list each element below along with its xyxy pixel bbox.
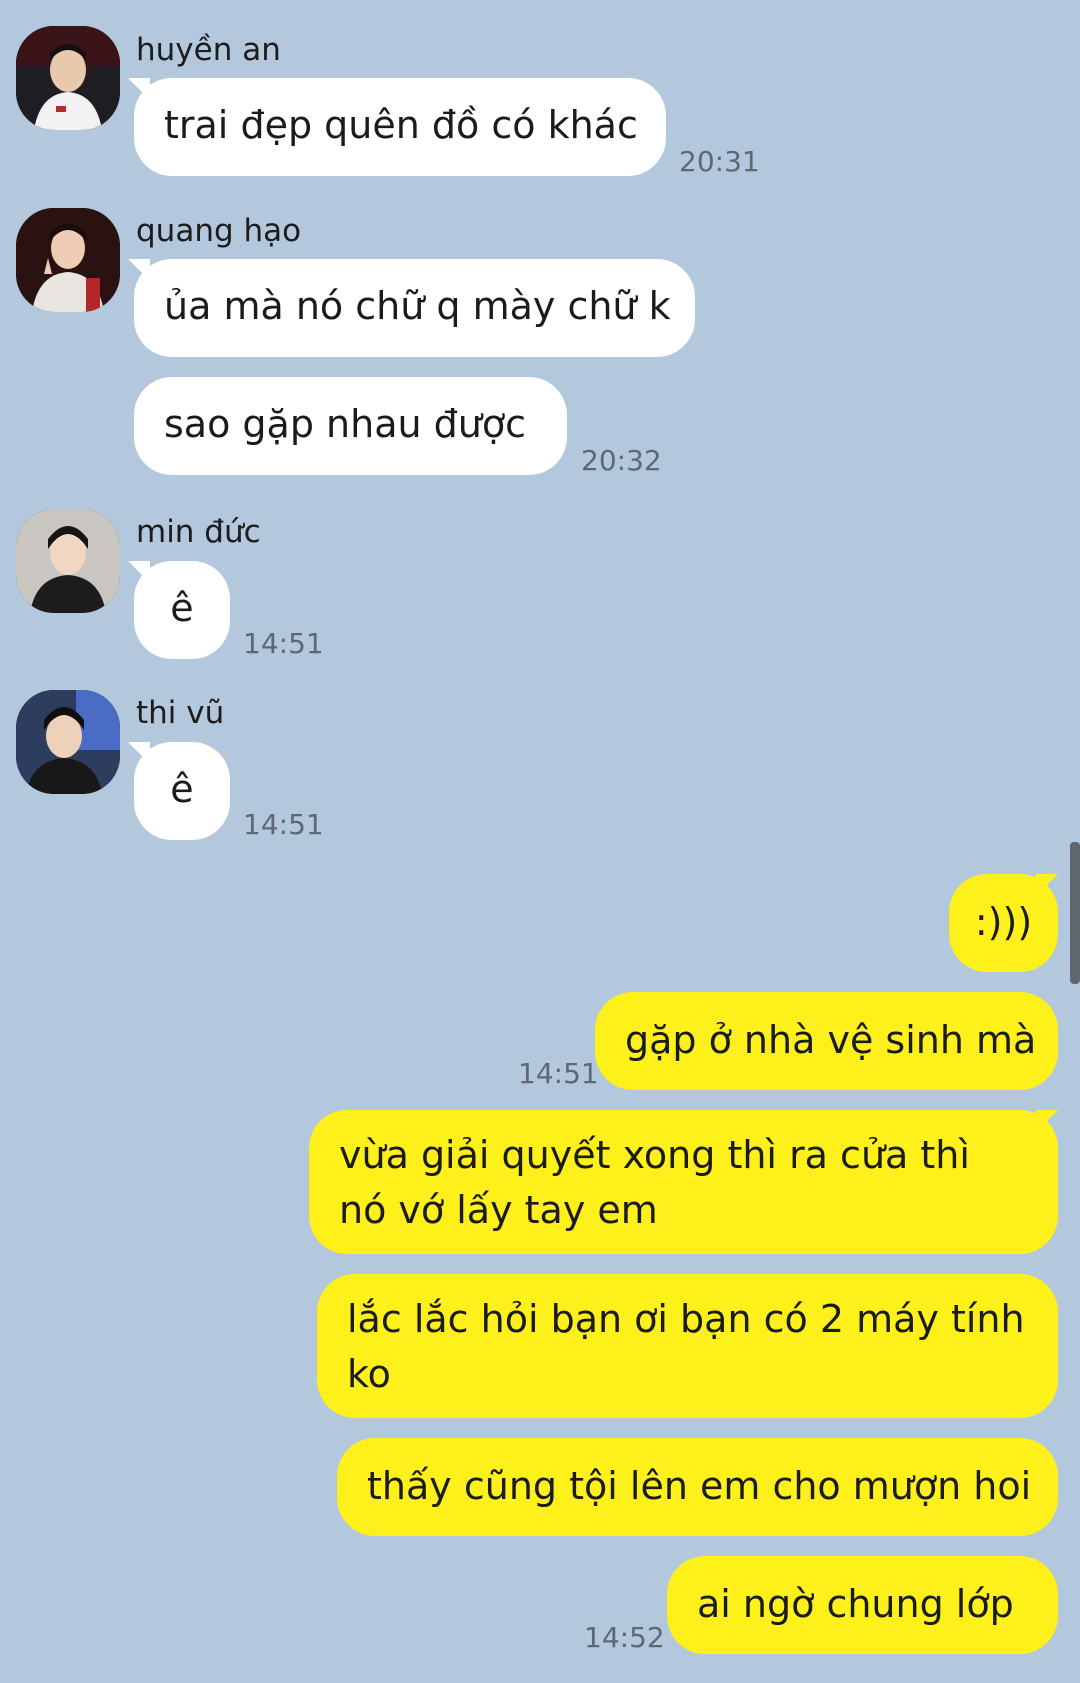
message-time: 14:51 bbox=[518, 1057, 599, 1090]
avatar-photo-icon bbox=[16, 26, 120, 130]
message-bubble-outgoing[interactable]: :))) bbox=[949, 874, 1058, 972]
avatar-photo-icon bbox=[16, 509, 120, 613]
message-time: 20:31 bbox=[679, 145, 760, 178]
message-bubble[interactable]: trai đẹp quên đồ có khác bbox=[134, 78, 666, 176]
sender-name: thi vũ bbox=[136, 695, 225, 731]
message-bubble-outgoing[interactable]: vừa giải quyết xong thì ra cửa thì nó vớ… bbox=[309, 1110, 1058, 1254]
scrollbar[interactable] bbox=[1070, 842, 1080, 984]
message-bubble[interactable]: sao gặp nhau được bbox=[134, 377, 567, 475]
message-bubble[interactable]: ủa mà nó chữ q mày chữ k bbox=[134, 259, 695, 357]
avatar-photo-icon bbox=[16, 690, 120, 794]
avatar-huyen-an[interactable] bbox=[16, 26, 120, 130]
avatar-thi-vu[interactable] bbox=[16, 690, 120, 794]
message-bubble[interactable]: ê bbox=[134, 561, 230, 659]
message-time: 14:52 bbox=[584, 1621, 665, 1654]
message-time: 14:51 bbox=[243, 808, 324, 841]
message-bubble[interactable]: ê bbox=[134, 742, 230, 840]
message-time: 14:51 bbox=[243, 627, 324, 660]
message-bubble-outgoing[interactable]: thấy cũng tội lên em cho mượn hoi bbox=[337, 1438, 1058, 1536]
message-bubble-outgoing[interactable]: lắc lắc hỏi bạn ơi bạn có 2 máy tính ko bbox=[317, 1274, 1058, 1418]
sender-name: quang hạo bbox=[136, 213, 302, 249]
message-bubble-outgoing[interactable]: ai ngờ chung lớp bbox=[667, 1556, 1058, 1654]
avatar-min-duc[interactable] bbox=[16, 509, 120, 613]
avatar-quang-hao[interactable] bbox=[16, 208, 120, 312]
sender-name: huyền an bbox=[136, 32, 281, 68]
sender-name: min đức bbox=[136, 514, 261, 550]
avatar-photo-icon bbox=[16, 208, 120, 312]
message-bubble-outgoing[interactable]: gặp ở nhà vệ sinh mà bbox=[595, 992, 1058, 1090]
message-time: 20:32 bbox=[581, 444, 662, 477]
